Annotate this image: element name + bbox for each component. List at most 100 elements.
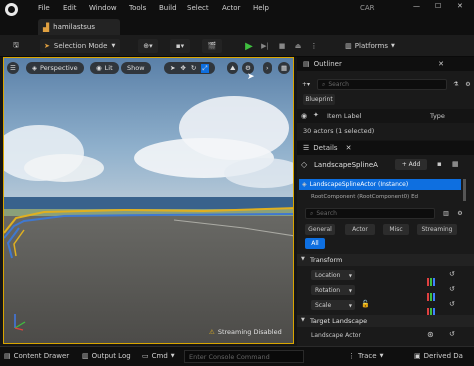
step-icon[interactable]: ▶|	[259, 39, 271, 53]
chevron-down-icon: ▼	[301, 256, 305, 262]
main-toolbar: 🖫 ➤ Selection Mode ▼ ⊕▾ ▪▾ 🎬 ▶ ▶| ■ ⏏ ⋮ …	[0, 35, 474, 57]
play-icon[interactable]: ▶	[243, 39, 255, 53]
menu-window[interactable]: Window	[89, 4, 117, 12]
grid-icon[interactable]: ▦	[452, 160, 459, 168]
reset-location-icon[interactable]: ↺	[449, 270, 455, 278]
outliner-search-input[interactable]: ⌕ Search	[317, 79, 447, 90]
add-component-button[interactable]: + Add	[395, 159, 427, 170]
play-options-icon[interactable]: ⋮	[309, 39, 319, 53]
chevron-down-icon: ▼	[348, 272, 352, 278]
settings-icon[interactable]: ⚙	[463, 79, 473, 90]
move-tool-icon[interactable]: ✥	[180, 64, 185, 72]
lock-icon[interactable]: ✦	[313, 111, 319, 119]
location-label: Location	[315, 271, 341, 279]
lit-button[interactable]: ◉ Lit	[90, 62, 119, 74]
tab-all-label: All	[311, 240, 319, 247]
menu-actor[interactable]: Actor	[222, 4, 240, 12]
close-icon[interactable]: ✕	[457, 2, 463, 10]
search-icon: ⌕	[322, 80, 326, 88]
transform-section-header[interactable]: ▼ Transform	[297, 254, 474, 266]
details-search-input[interactable]: ⌕ Search	[305, 208, 435, 219]
pick-actor-icon[interactable]: ⊛	[427, 330, 434, 339]
use-selected-icon[interactable]: ↺	[449, 330, 455, 338]
surface-snap-icon[interactable]: ⛰	[227, 62, 239, 74]
selection-mode-dropdown[interactable]: ➤ Selection Mode ▼	[40, 39, 120, 53]
level-icon: ▟	[43, 22, 50, 32]
add-actor-icon[interactable]: ⊕▾	[138, 39, 158, 53]
reset-scale-icon[interactable]: ↺	[449, 300, 455, 308]
component-scrollbar[interactable]	[463, 179, 466, 201]
menu-build[interactable]: Build	[159, 4, 177, 12]
lit-icon: ◉	[96, 64, 102, 72]
expand-icon[interactable]: ›	[263, 62, 272, 74]
level-tab[interactable]: ▟ hamilastsus	[38, 19, 120, 35]
menu-tools[interactable]: Tools	[129, 4, 146, 12]
blueprint-icon[interactable]: ▪	[437, 160, 442, 168]
maximize-viewport-icon[interactable]: ▦	[278, 62, 291, 74]
perspective-label: Perspective	[40, 64, 78, 72]
perspective-button[interactable]: ◈ Perspective	[26, 62, 84, 74]
details-search-placeholder: Search	[316, 210, 337, 217]
rotation-dropdown[interactable]: Rotation ▼	[311, 285, 355, 295]
project-badge: CAR	[360, 4, 375, 12]
close-icon[interactable]: ✕	[346, 144, 352, 152]
output-log-button[interactable]: ▥ Output Log	[82, 352, 131, 360]
show-button[interactable]: Show	[121, 62, 151, 74]
derived-data-button[interactable]: ▣ Derived Da	[414, 352, 463, 360]
level-viewport[interactable]: ☰ ◈ Perspective ◉ Lit Show ➤ ✥ ↻ ⤢ ⛰ ⚙ ›…	[3, 57, 294, 344]
landscape-actor-label: Landscape Actor	[311, 332, 361, 339]
scale-label: Scale	[315, 301, 332, 309]
add-filter-icon[interactable]: +▾	[299, 79, 313, 90]
blueprint-button[interactable]: Blueprint	[303, 94, 335, 105]
menu-edit[interactable]: Edit	[63, 4, 77, 12]
cinematics-icon[interactable]: 🎬	[202, 39, 222, 53]
streaming-status-label: Streaming Disabled	[217, 328, 282, 336]
menu-select[interactable]: Select	[187, 4, 209, 12]
tab-all[interactable]: All	[305, 238, 325, 249]
scale-lock-icon[interactable]: 🔓	[361, 300, 370, 308]
save-icon[interactable]: 🖫	[10, 39, 22, 53]
platforms-dropdown[interactable]: ▥ Platforms ▼	[335, 39, 405, 53]
tab-general[interactable]: General	[305, 224, 335, 235]
location-dropdown[interactable]: Location ▼	[311, 270, 355, 280]
minimize-icon[interactable]: —	[413, 2, 420, 10]
unreal-logo-icon[interactable]	[5, 3, 18, 16]
component-selected-row[interactable]: ◈ LandscapeSplineActor (Instance)	[299, 179, 461, 190]
stop-icon[interactable]: ■	[277, 39, 287, 53]
scale-tool-icon[interactable]: ⤢	[201, 63, 209, 73]
tab-streaming[interactable]: Streaming	[417, 224, 457, 235]
cmd-dropdown[interactable]: ▭ Cmd ▼	[142, 352, 175, 360]
visibility-icon[interactable]: ◉	[301, 112, 307, 120]
viewport-menu-button[interactable]: ☰	[7, 62, 19, 74]
component-selected-label: LandscapeSplineActor (Instance)	[309, 181, 409, 188]
target-landscape-section-header[interactable]: ▼ Target Landscape	[297, 315, 474, 327]
filter-icon[interactable]: ⚗	[451, 79, 461, 90]
chevron-down-icon: ▼	[379, 353, 384, 359]
eject-icon[interactable]: ⏏	[293, 39, 303, 53]
tab-misc[interactable]: Misc	[383, 224, 409, 235]
menu-file[interactable]: File	[38, 4, 50, 12]
tab-actor[interactable]: Actor	[345, 224, 375, 235]
maximize-icon[interactable]: ☐	[435, 2, 441, 10]
outliner-header: ▤ Outliner ✕	[297, 57, 474, 71]
content-drawer-button[interactable]: ▤ Content Drawer	[4, 352, 69, 360]
details-panel: ☰ Details ✕ ◇ LandscapeSplineA + Add ▪ ▦…	[297, 141, 474, 346]
content-drawer-icon: ▤	[4, 352, 11, 360]
item-label-header[interactable]: Item Label	[327, 112, 361, 120]
type-header[interactable]: Type	[430, 112, 445, 120]
output-log-label: Output Log	[91, 352, 131, 360]
property-matrix-icon[interactable]: ▥	[441, 208, 451, 219]
rotate-tool-icon[interactable]: ↻	[191, 64, 196, 72]
trace-button[interactable]: ⋮ Trace ▼	[348, 352, 383, 360]
menu-help[interactable]: Help	[253, 4, 269, 12]
transform-tools: ➤ ✥ ↻ ⤢	[164, 62, 215, 74]
lit-label: Lit	[104, 64, 113, 72]
console-input[interactable]: Enter Console Command	[184, 350, 304, 363]
blueprint-icon[interactable]: ▪▾	[170, 39, 190, 53]
settings-icon[interactable]: ⚙	[455, 208, 465, 219]
scale-dropdown[interactable]: Scale ▼	[311, 300, 355, 310]
select-tool-icon[interactable]: ➤	[170, 64, 175, 72]
reset-rotation-icon[interactable]: ↺	[449, 285, 455, 293]
close-icon[interactable]: ✕	[438, 60, 444, 68]
component-child-row[interactable]: RootComponent (RootComponent0) Ed	[299, 192, 461, 202]
